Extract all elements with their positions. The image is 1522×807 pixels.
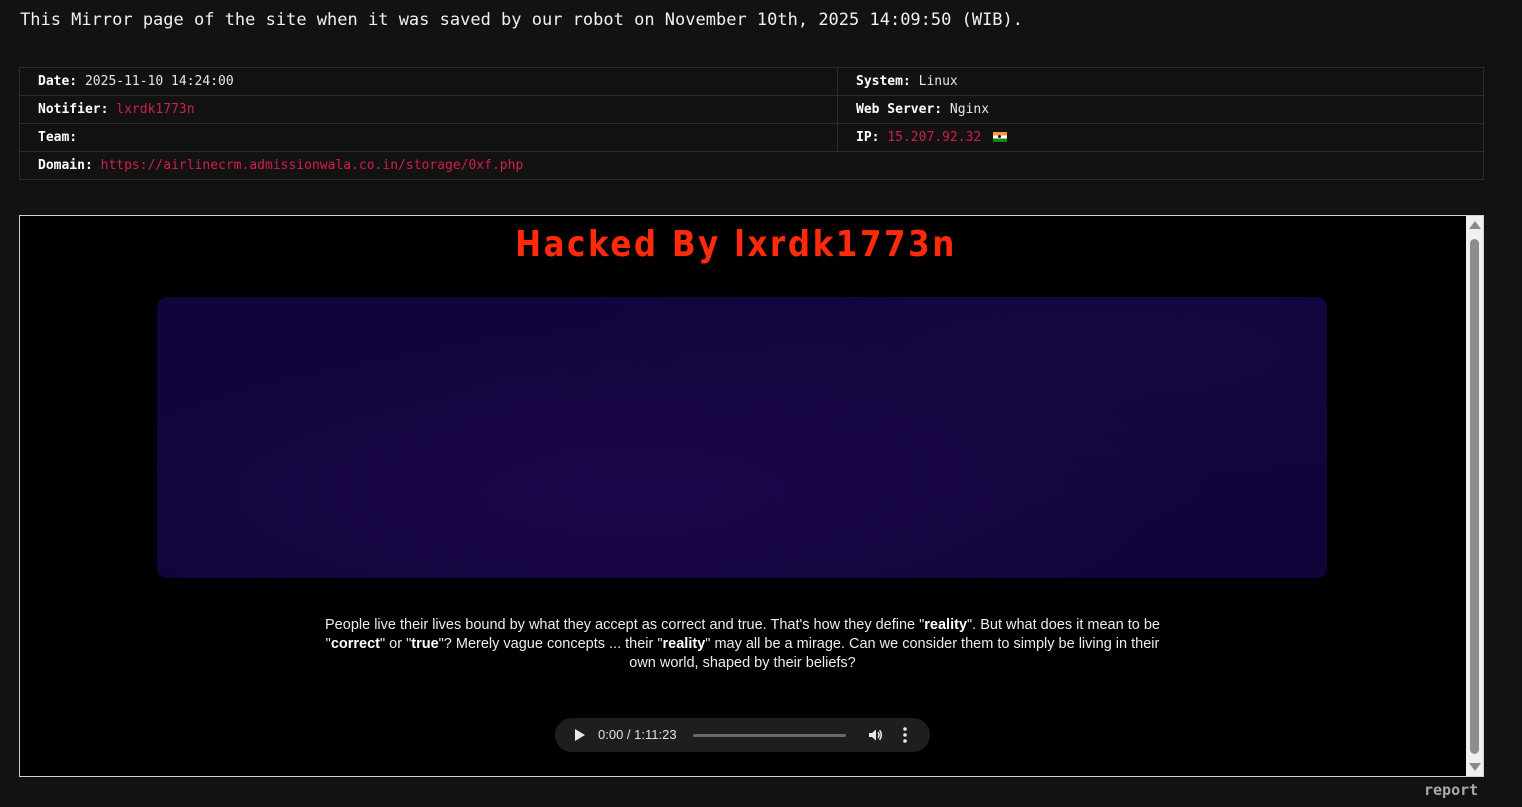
india-flag-icon — [993, 132, 1008, 142]
notifier-link[interactable]: lxrdk1773n — [116, 102, 194, 117]
audio-time: 0:00 / 1:11:23 — [598, 727, 677, 742]
volume-icon[interactable] — [867, 727, 883, 743]
mirror-notice: This Mirror page of the site when it was… — [20, 10, 1024, 30]
hacked-title: Hacked By lxrdk1773n — [515, 224, 957, 265]
ip-label: IP: — [856, 130, 880, 145]
date-label: Date: — [38, 74, 78, 89]
audio-player[interactable]: 0:00 / 1:11:23 — [555, 718, 930, 752]
scroll-down-icon[interactable] — [1469, 763, 1481, 771]
info-row-date: Date: 2025-11-10 14:24:00 System: Linux — [19, 67, 1484, 96]
mirror-frame: Hacked By lxrdk1773n People live their l… — [19, 215, 1484, 777]
quote-emphasis: reality — [924, 617, 968, 633]
scroll-up-icon[interactable] — [1469, 221, 1481, 229]
info-row-domain: Domain: https://airlinecrm.admissionwala… — [19, 151, 1484, 180]
quote-emphasis: true — [411, 636, 439, 652]
quote-emphasis: correct — [330, 636, 380, 652]
quote-emphasis: reality — [662, 636, 706, 652]
info-row-team: Team: IP: 15.207.92.32 — [19, 123, 1484, 152]
scrollbar-thumb[interactable] — [1470, 239, 1479, 754]
webserver-label: Web Server: — [856, 102, 943, 117]
webserver-value: Nginx — [949, 102, 990, 117]
quote-text: People live their lives bound by what th… — [325, 617, 1160, 671]
date-value: 2025-11-10 14:24:00 — [84, 74, 234, 89]
info-table: Date: 2025-11-10 14:24:00 System: Linux … — [19, 67, 1484, 180]
ip-link[interactable]: 15.207.92.32 — [887, 130, 981, 145]
frame-scrollbar[interactable] — [1466, 216, 1483, 776]
domain-label: Domain: — [38, 158, 93, 173]
system-label: System: — [856, 74, 911, 89]
audio-progress-track[interactable] — [693, 734, 846, 737]
more-options-icon[interactable] — [902, 726, 908, 744]
info-row-notifier: Notifier: lxrdk1773n Web Server: Nginx — [19, 95, 1484, 124]
team-label: Team: — [38, 130, 78, 145]
notifier-label: Notifier: — [38, 102, 109, 117]
background-video-panel — [157, 297, 1327, 578]
domain-link[interactable]: https://airlinecrm.admissionwala.co.in/s… — [101, 158, 524, 173]
play-icon[interactable] — [575, 729, 585, 741]
system-value: Linux — [918, 74, 958, 89]
report-link[interactable]: report — [1424, 781, 1478, 799]
